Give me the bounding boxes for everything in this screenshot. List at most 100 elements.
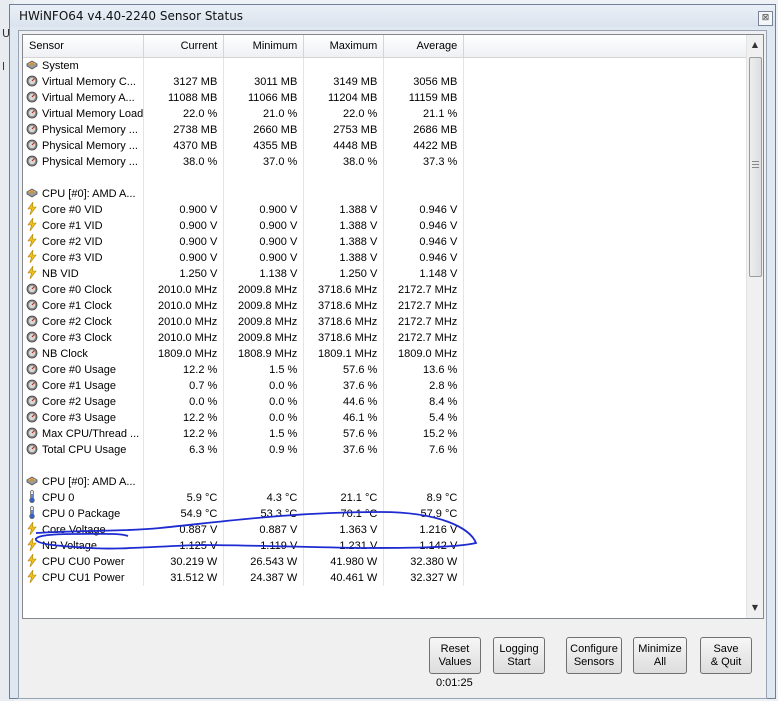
table-row[interactable]: Core #1 VID 0.900 V 0.900 V 1.388 V 0.946 V bbox=[23, 218, 748, 234]
table-row[interactable]: Virtual Memory C... 3127 MB 3011 MB 3149 MB… bbox=[23, 74, 748, 90]
table-row[interactable]: CPU 0 5.9 °C 4.3 °C 21.1 °C 8.9 °C bbox=[23, 490, 748, 506]
table-row[interactable]: Physical Memory ... 38.0 % 37.0 % 38.0 % 37.… bbox=[23, 154, 748, 170]
lightning-icon bbox=[26, 522, 42, 536]
table-row[interactable]: Total CPU Usage 6.3 % 0.9 % 37.6 % 7.6 % bbox=[23, 442, 748, 458]
table-row[interactable]: Core #0 Usage 12.2 % 1.5 % 57.6 % 13.6 % bbox=[23, 362, 748, 378]
sensor-name-cell: Physical Memory ... bbox=[23, 122, 145, 138]
sensor-name: Virtual Memory Load bbox=[42, 108, 144, 120]
current-value: 3127 MB bbox=[143, 74, 225, 90]
lightning-icon bbox=[26, 570, 42, 584]
table-row[interactable]: Core #0 VID 0.900 V 0.900 V 1.388 V 0.946 V bbox=[23, 202, 748, 218]
sensor-group-row[interactable]: System bbox=[23, 57, 748, 74]
sensor-name-cell: Total CPU Usage bbox=[23, 442, 145, 458]
average-value: 57.9 °C bbox=[383, 506, 465, 522]
maximum-value: 1.388 V bbox=[303, 202, 385, 218]
current-value: 0.900 V bbox=[143, 218, 225, 234]
sensor-name-cell: Core #3 Clock bbox=[23, 330, 145, 346]
table-row[interactable]: Core #3 Usage 12.2 % 0.0 % 46.1 % 5.4 % bbox=[23, 410, 748, 426]
title-bar[interactable]: HWiNFO64 v4.40-2240 Sensor Status ⊠ bbox=[10, 5, 775, 27]
vertical-scrollbar[interactable]: ▲ ▼ bbox=[746, 35, 763, 618]
table-row[interactable]: Physical Memory ... 4370 MB 4355 MB 4448 MB… bbox=[23, 138, 748, 154]
minimum-value: 1.5 % bbox=[223, 426, 305, 442]
col-header-average[interactable]: Average bbox=[383, 35, 465, 58]
sensor-table: Sensor Current Minimum Maximum Average S… bbox=[22, 34, 764, 619]
maximum-value: 1.231 V bbox=[303, 538, 385, 554]
logging-start-button[interactable]: Logging Start bbox=[493, 637, 545, 674]
table-row[interactable]: Physical Memory ... 2738 MB 2660 MB 2753 MB… bbox=[23, 122, 748, 138]
current-value: 2010.0 MHz bbox=[143, 314, 225, 330]
table-row[interactable]: Core #2 VID 0.900 V 0.900 V 1.388 V 0.946 V bbox=[23, 234, 748, 250]
minimize-all-button[interactable]: Minimize All bbox=[633, 637, 687, 674]
col-header-maximum[interactable]: Maximum bbox=[303, 35, 385, 58]
table-row[interactable]: NB Voltage 1.125 V 1.119 V 1.231 V 1.142 V bbox=[23, 538, 748, 554]
maximum-value: 3718.6 MHz bbox=[303, 282, 385, 298]
sensor-name: Core #3 Usage bbox=[42, 412, 116, 424]
save-quit-button[interactable]: Save & Quit bbox=[700, 637, 752, 674]
sensor-name-cell: CPU CU1 Power bbox=[23, 570, 145, 586]
maximum-value: 3718.6 MHz bbox=[303, 298, 385, 314]
clock-gauge-icon bbox=[26, 91, 42, 104]
table-row[interactable]: Virtual Memory Load 22.0 % 21.0 % 22.0 % 21.… bbox=[23, 106, 748, 122]
table-row[interactable]: Core #1 Usage 0.7 % 0.0 % 37.6 % 2.8 % bbox=[23, 378, 748, 394]
scroll-down-arrow-icon[interactable]: ▼ bbox=[747, 600, 763, 616]
sensor-name-cell: Core #3 Usage bbox=[23, 410, 145, 426]
sensor-group-row[interactable]: CPU [#0]: AMD A... bbox=[23, 474, 748, 490]
table-row[interactable]: Core #0 Clock 2010.0 MHz 2009.8 MHz 3718.6 … bbox=[23, 282, 748, 298]
sensor-group-icon bbox=[26, 188, 42, 200]
sensor-name-cell: CPU [#0]: AMD A... bbox=[23, 474, 145, 490]
sensor-name: System bbox=[42, 60, 79, 72]
col-header-sensor[interactable]: Sensor bbox=[23, 35, 145, 58]
reset-values-button[interactable]: Reset Values bbox=[429, 637, 481, 674]
sensor-name-cell: CPU CU0 Power bbox=[23, 554, 145, 570]
table-row[interactable]: Core #3 Clock 2010.0 MHz 2009.8 MHz 3718.6 … bbox=[23, 330, 748, 346]
table-row[interactable]: Core #2 Usage 0.0 % 0.0 % 44.6 % 8.4 % bbox=[23, 394, 748, 410]
window-title: HWiNFO64 v4.40-2240 Sensor Status bbox=[19, 9, 244, 23]
table-row[interactable]: CPU CU1 Power 31.512 W 24.387 W 40.461 W 32.… bbox=[23, 570, 748, 586]
table-row[interactable]: Core #1 Clock 2010.0 MHz 2009.8 MHz 3718.6 … bbox=[23, 298, 748, 314]
sensor-name-cell: Core #0 Clock bbox=[23, 282, 145, 298]
table-row[interactable]: CPU 0 Package 54.9 °C 53.3 °C 70.1 °C 57.9 °… bbox=[23, 506, 748, 522]
minimum-value: 1.119 V bbox=[223, 538, 305, 554]
minimum-value: 1.138 V bbox=[223, 266, 305, 282]
table-row[interactable]: Core #3 VID 0.900 V 0.900 V 1.388 V 0.946 V bbox=[23, 250, 748, 266]
table-row[interactable]: Core #2 Clock 2010.0 MHz 2009.8 MHz 3718.6 … bbox=[23, 314, 748, 330]
table-row[interactable]: Core Voltage 0.887 V 0.887 V 1.363 V 1.216 V bbox=[23, 522, 748, 538]
scroll-up-arrow-icon[interactable]: ▲ bbox=[747, 37, 763, 53]
col-header-current[interactable]: Current bbox=[143, 35, 225, 58]
average-value: 2172.7 MHz bbox=[383, 298, 465, 314]
maximum-value: 44.6 % bbox=[303, 394, 385, 410]
button-label: Values bbox=[438, 656, 472, 668]
configure-sensors-button[interactable]: Configure Sensors bbox=[566, 637, 622, 674]
current-value bbox=[143, 474, 225, 490]
table-row[interactable]: Max CPU/Thread ... 12.2 % 1.5 % 57.6 % 15.2 … bbox=[23, 426, 748, 442]
table-row[interactable]: NB VID 1.250 V 1.138 V 1.250 V 1.148 V bbox=[23, 266, 748, 282]
clock-gauge-icon bbox=[26, 395, 42, 408]
maximum-value: 1.388 V bbox=[303, 234, 385, 250]
scroll-thumb[interactable] bbox=[749, 57, 762, 277]
close-button[interactable]: ⊠ bbox=[758, 11, 773, 26]
sensor-name: Core #1 Usage bbox=[42, 380, 116, 392]
sensor-group-row[interactable]: CPU [#0]: AMD A... bbox=[23, 186, 748, 202]
sensor-name: Core #2 Clock bbox=[42, 316, 112, 328]
sensor-name-cell: Core Voltage bbox=[23, 522, 145, 538]
maximum-value: 1.250 V bbox=[303, 266, 385, 282]
sensor-name-cell: NB VID bbox=[23, 266, 145, 282]
average-value: 2172.7 MHz bbox=[383, 330, 465, 346]
clock-gauge-icon bbox=[26, 283, 42, 296]
average-value bbox=[383, 186, 465, 202]
button-label: Reset bbox=[440, 643, 470, 655]
clock-gauge-icon bbox=[26, 363, 42, 376]
table-row[interactable]: NB Clock 1809.0 MHz 1808.9 MHz 1809.1 MHz 18… bbox=[23, 346, 748, 362]
table-row[interactable]: CPU CU0 Power 30.219 W 26.543 W 41.980 W 32.… bbox=[23, 554, 748, 570]
minimum-value: 3011 MB bbox=[223, 74, 305, 90]
button-label: All bbox=[653, 656, 667, 668]
sensor-name: CPU CU1 Power bbox=[42, 572, 125, 584]
current-value: 0.0 % bbox=[143, 394, 225, 410]
table-row[interactable]: Virtual Memory A... 11088 MB 11066 MB 11204… bbox=[23, 90, 748, 106]
sensor-name-cell: Core #2 Clock bbox=[23, 314, 145, 330]
average-value: 0.946 V bbox=[383, 218, 465, 234]
button-label: Minimize bbox=[638, 643, 682, 655]
col-header-minimum[interactable]: Minimum bbox=[223, 35, 305, 58]
thermometer-icon bbox=[26, 506, 42, 520]
current-value: 2010.0 MHz bbox=[143, 282, 225, 298]
